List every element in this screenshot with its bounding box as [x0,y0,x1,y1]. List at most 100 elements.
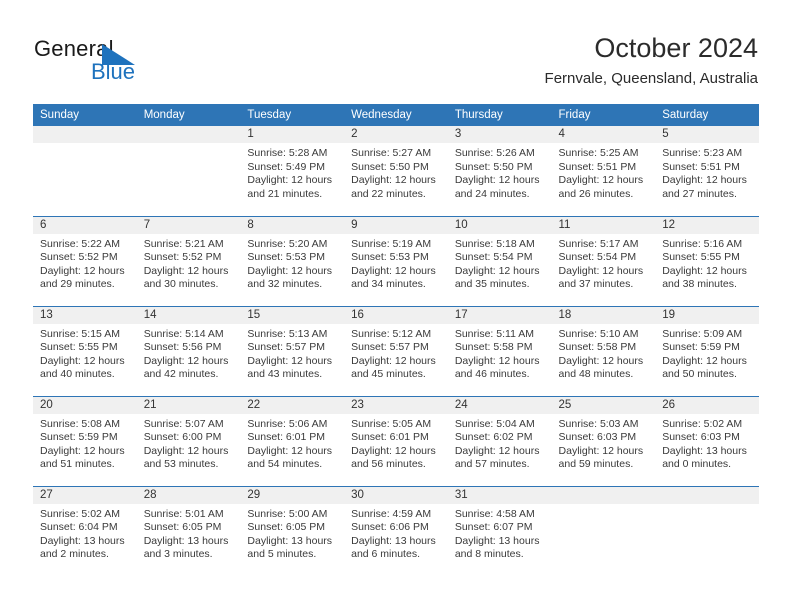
day-details: Sunrise: 5:06 AM Sunset: 6:01 PM Daylight:… [240,414,344,472]
calendar-day-cell[interactable]: 4 Sunrise: 5:25 AM Sunset: 5:51 PM Daylight… [551,126,656,216]
day-details: Sunrise: 5:23 AM Sunset: 5:51 PM Daylight:… [655,143,759,201]
daylight-text: Daylight: 12 hours and 51 minutes. [40,444,125,471]
sunset-text: Sunset: 6:03 PM [662,431,740,444]
calendar-day-cell[interactable]: 15 Sunrise: 5:13 AM Sunset: 5:57 PM Dayligh… [240,305,345,396]
calendar-day-cell[interactable]: 29 Sunrise: 5:00 AM Sunset: 6:05 PM Dayligh… [240,485,345,576]
weekday-header-wednesday: Wednesday [344,104,448,126]
daylight-text: Daylight: 12 hours and 42 minutes. [143,354,229,381]
day-number: 25 [551,396,656,414]
calendar-day-cell[interactable]: 23 Sunrise: 5:05 AM Sunset: 6:01 PM Dayligh… [344,395,448,486]
calendar-day-cell[interactable]: 13 Sunrise: 5:15 AM Sunset: 5:55 PM Dayligh… [33,305,137,396]
daylight-text: Daylight: 12 hours and 34 minutes. [351,264,436,291]
daylight-text: Daylight: 12 hours and 35 minutes. [454,264,540,291]
day-number [33,126,137,143]
calendar-day-cell[interactable]: 22 Sunrise: 5:06 AM Sunset: 6:01 PM Dayligh… [240,395,345,486]
day-details: Sunrise: 5:15 AM Sunset: 5:55 PM Daylight:… [33,324,137,382]
calendar-day-cell-empty [136,126,241,216]
daylight-text: Daylight: 13 hours and 2 minutes. [40,534,125,561]
day-number: 5 [655,126,759,143]
sunset-text: Sunset: 5:57 PM [351,341,429,354]
weekday-header-friday: Friday [551,104,656,126]
sunrise-text: Sunrise: 5:23 AM [662,147,743,159]
daylight-text: Daylight: 13 hours and 5 minutes. [247,534,333,561]
sunrise-text: Sunrise: 5:13 AM [247,327,328,340]
day-number: 4 [551,126,656,143]
calendar-day-cell[interactable]: 31 Sunrise: 4:58 AM Sunset: 6:07 PM Dayligh… [447,485,552,576]
day-number: 24 [447,396,552,414]
sunset-text: Sunset: 5:50 PM [454,160,533,173]
calendar-day-cell[interactable]: 1 Sunrise: 5:28 AM Sunset: 5:49 PM Daylight… [240,126,345,216]
day-number: 13 [33,306,137,324]
day-details: Sunrise: 5:13 AM Sunset: 5:57 PM Daylight:… [240,324,344,382]
daylight-text: Daylight: 12 hours and 53 minutes. [143,444,229,471]
day-details: Sunrise: 5:25 AM Sunset: 5:51 PM Daylight:… [552,143,656,201]
daylight-text: Daylight: 12 hours and 24 minutes. [454,174,540,200]
day-details: Sunrise: 5:14 AM Sunset: 5:56 PM Daylight:… [137,324,241,382]
calendar-day-cell[interactable]: 27 Sunrise: 5:02 AM Sunset: 6:04 PM Dayligh… [33,485,137,576]
weekday-header-thursday: Thursday [447,104,552,126]
sunrise-text: Sunrise: 5:17 AM [558,237,639,250]
calendar-day-cell[interactable]: 7 Sunrise: 5:21 AM Sunset: 5:52 PM Daylight… [136,215,241,306]
day-details: Sunrise: 5:04 AM Sunset: 6:02 PM Daylight:… [448,414,552,472]
calendar-day-cell[interactable]: 3 Sunrise: 5:26 AM Sunset: 5:50 PM Daylight… [447,126,552,216]
sunrise-text: Sunrise: 5:09 AM [662,327,743,340]
calendar-week-row: 27 Sunrise: 5:02 AM Sunset: 6:04 PM Dayligh… [33,485,759,576]
sunset-text: Sunset: 6:05 PM [143,521,222,534]
sunrise-text: Sunrise: 5:03 AM [558,417,639,430]
day-number: 31 [447,486,552,504]
calendar-body: 1 Sunrise: 5:28 AM Sunset: 5:49 PM Daylight… [33,126,759,576]
daylight-text: Daylight: 12 hours and 30 minutes. [143,264,229,291]
daylight-text: Daylight: 12 hours and 21 minutes. [247,174,333,200]
calendar-day-cell[interactable]: 5 Sunrise: 5:23 AM Sunset: 5:51 PM Daylight… [655,126,759,216]
sunrise-text: Sunrise: 4:59 AM [351,507,432,520]
calendar-day-cell[interactable]: 12 Sunrise: 5:16 AM Sunset: 5:55 PM Dayligh… [655,215,759,306]
calendar-day-cell[interactable]: 6 Sunrise: 5:22 AM Sunset: 5:52 PM Daylight… [33,215,137,306]
calendar-day-cell[interactable]: 24 Sunrise: 5:04 AM Sunset: 6:02 PM Dayligh… [447,395,552,486]
daylight-text: Daylight: 12 hours and 46 minutes. [454,354,540,381]
daylight-text: Daylight: 12 hours and 57 minutes. [454,444,540,471]
calendar-day-cell[interactable]: 10 Sunrise: 5:18 AM Sunset: 5:54 PM Dayligh… [447,215,552,306]
sunset-text: Sunset: 5:58 PM [454,341,533,354]
day-details: Sunrise: 5:05 AM Sunset: 6:01 PM Daylight:… [344,414,448,472]
calendar-day-cell[interactable]: 21 Sunrise: 5:07 AM Sunset: 6:00 PM Dayligh… [136,395,241,486]
day-details: Sunrise: 4:59 AM Sunset: 6:06 PM Daylight:… [344,504,448,562]
sunrise-text: Sunrise: 5:07 AM [143,417,224,430]
day-number [551,486,656,504]
calendar-day-cell[interactable]: 18 Sunrise: 5:10 AM Sunset: 5:58 PM Dayligh… [551,305,656,396]
page-header: General Blue October 2024 Fernvale, Quee… [0,0,792,100]
calendar-day-cell[interactable]: 28 Sunrise: 5:01 AM Sunset: 6:05 PM Dayligh… [136,485,241,576]
day-number: 28 [136,486,241,504]
calendar-day-cell[interactable]: 20 Sunrise: 5:08 AM Sunset: 5:59 PM Dayligh… [33,395,137,486]
calendar-day-cell[interactable]: 17 Sunrise: 5:11 AM Sunset: 5:58 PM Dayligh… [447,305,552,396]
calendar-day-cell[interactable]: 8 Sunrise: 5:20 AM Sunset: 5:53 PM Daylight… [240,215,345,306]
calendar-day-cell[interactable]: 14 Sunrise: 5:14 AM Sunset: 5:56 PM Dayligh… [136,305,241,396]
calendar-day-cell[interactable]: 26 Sunrise: 5:02 AM Sunset: 6:03 PM Dayligh… [655,395,759,486]
calendar-day-cell[interactable]: 2 Sunrise: 5:27 AM Sunset: 5:50 PM Daylight… [344,126,448,216]
day-number: 10 [447,216,552,234]
logo-text-blue: Blue [91,59,136,84]
weekday-header-sunday: Sunday [33,104,137,126]
calendar-day-cell[interactable]: 11 Sunrise: 5:17 AM Sunset: 5:54 PM Dayligh… [551,215,656,306]
daylight-text: Daylight: 12 hours and 59 minutes. [558,444,644,471]
sunset-text: Sunset: 5:49 PM [247,160,326,173]
sunrise-text: Sunrise: 5:15 AM [40,327,120,340]
general-blue-logo[interactable]: General Blue [34,36,234,88]
calendar-day-cell[interactable]: 16 Sunrise: 5:12 AM Sunset: 5:57 PM Dayligh… [344,305,448,396]
sunset-text: Sunset: 5:54 PM [558,251,637,264]
calendar-page: General Blue October 2024 Fernvale, Quee… [0,0,792,612]
sunrise-text: Sunrise: 5:25 AM [558,147,639,159]
day-number: 26 [655,396,759,414]
calendar-day-cell[interactable]: 25 Sunrise: 5:03 AM Sunset: 6:03 PM Dayligh… [551,395,656,486]
daylight-text: Daylight: 13 hours and 0 minutes. [662,444,747,471]
calendar-table: Sunday Monday Tuesday Wednesday Thursday Frid… [33,104,759,576]
calendar-day-cell[interactable]: 19 Sunrise: 5:09 AM Sunset: 5:59 PM Dayligh… [655,305,759,396]
calendar-day-cell-empty [551,485,656,576]
day-number: 16 [344,306,448,324]
day-number: 9 [344,216,448,234]
sunrise-text: Sunrise: 4:58 AM [454,507,535,520]
day-number: 12 [655,216,759,234]
sunrise-text: Sunrise: 5:08 AM [40,417,120,430]
day-details: Sunrise: 5:21 AM Sunset: 5:52 PM Daylight:… [137,234,241,292]
calendar-day-cell[interactable]: 30 Sunrise: 4:59 AM Sunset: 6:06 PM Dayligh… [344,485,448,576]
calendar-day-cell[interactable]: 9 Sunrise: 5:19 AM Sunset: 5:53 PM Daylight… [344,215,448,306]
